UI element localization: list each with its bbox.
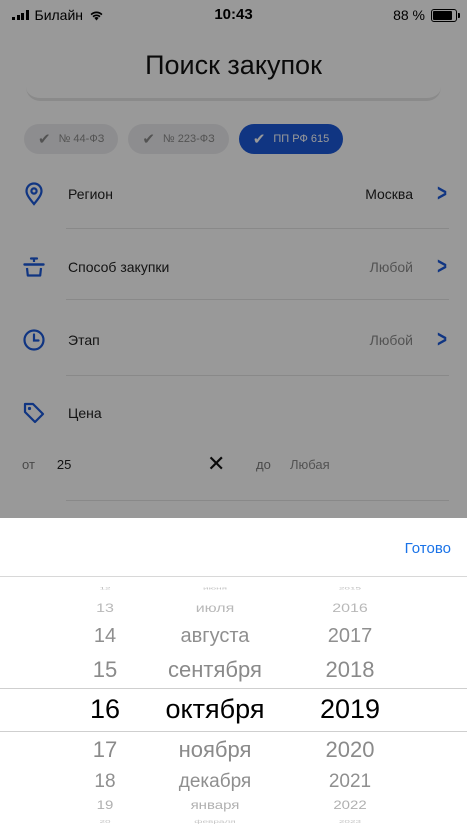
done-button[interactable]: Готово [405,540,451,557]
date-picker[interactable]: 12 13 14 15 16 17 18 19 20 июня июля августа сентяб… [0,576,467,839]
date-picker-sheet: Готово 12 13 14 15 16 17 18 19 20 июня июля август… [0,518,467,839]
day-option[interactable]: 14 [80,626,130,646]
month-option[interactable]: августа [150,626,280,646]
month-option[interactable]: октября [150,696,280,723]
day-option[interactable]: 15 [80,659,130,681]
day-option[interactable]: 18 [80,772,130,791]
day-option[interactable]: 16 [80,696,130,723]
day-option[interactable]: 20 [80,820,130,825]
month-option[interactable]: февраля [150,820,280,825]
year-option[interactable]: 2020 [305,739,395,761]
picker-toolbar: Готово [0,518,467,577]
year-option[interactable]: 2015 [305,587,395,591]
month-option[interactable]: июня [150,587,280,591]
month-option[interactable]: декабря [150,772,280,791]
day-option[interactable]: 12 [80,587,130,591]
day-option[interactable]: 17 [80,739,130,761]
year-option[interactable]: 2019 [305,696,395,723]
year-option[interactable]: 2018 [305,659,395,681]
purchase-search-screen: Билайн 10:43 88 % Поиск закупок ✔ № 44-Ф… [0,0,467,839]
month-option[interactable]: сентября [150,659,280,681]
month-option[interactable]: января [150,800,280,812]
year-option[interactable]: 2023 [305,820,395,825]
day-option[interactable]: 13 [80,603,130,615]
day-option[interactable]: 19 [80,800,130,812]
month-option[interactable]: июля [150,603,280,615]
month-option[interactable]: ноября [150,739,280,761]
year-option[interactable]: 2021 [305,772,395,791]
year-option[interactable]: 2017 [305,626,395,646]
year-option[interactable]: 2022 [305,800,395,812]
modal-overlay[interactable] [0,0,467,518]
year-option[interactable]: 2016 [305,603,395,615]
